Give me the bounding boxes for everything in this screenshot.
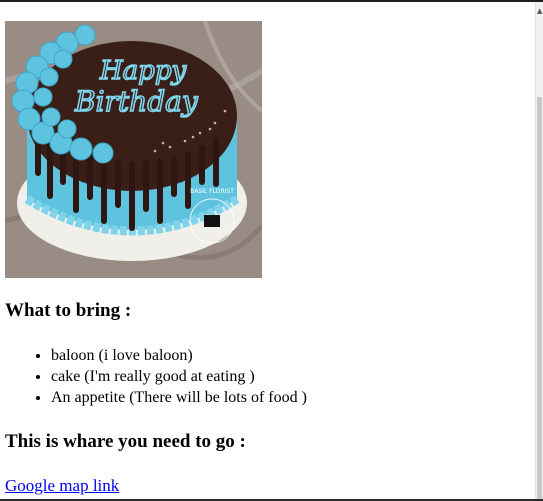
google-map-link[interactable]: Google map link [5,476,119,496]
watermark-text: BASIL FLORIST [190,188,234,195]
what-to-bring-heading: What to bring : [5,300,132,321]
scrollbar-thumb[interactable] [537,97,542,499]
bring-list: baloon (i love baloon) cake (I'm really … [11,345,307,408]
window-top-border [0,0,543,2]
cake-text-happy: Happy [99,56,186,86]
scroll-up-arrow-icon[interactable]: ▲ [537,8,542,15]
cake-text-birthday: Birthday [74,85,199,118]
list-item: An appetite (There will be lots of food … [51,387,307,408]
birthday-cake-image: Happy Birthday BASIL FLORIST [5,21,262,278]
where-to-go-heading: This is whare you need to go : [5,431,246,452]
list-item: cake (I'm really good at eating ) [51,366,307,387]
vertical-scrollbar[interactable]: ▲ [535,2,543,499]
list-item: baloon (i love baloon) [51,345,307,366]
